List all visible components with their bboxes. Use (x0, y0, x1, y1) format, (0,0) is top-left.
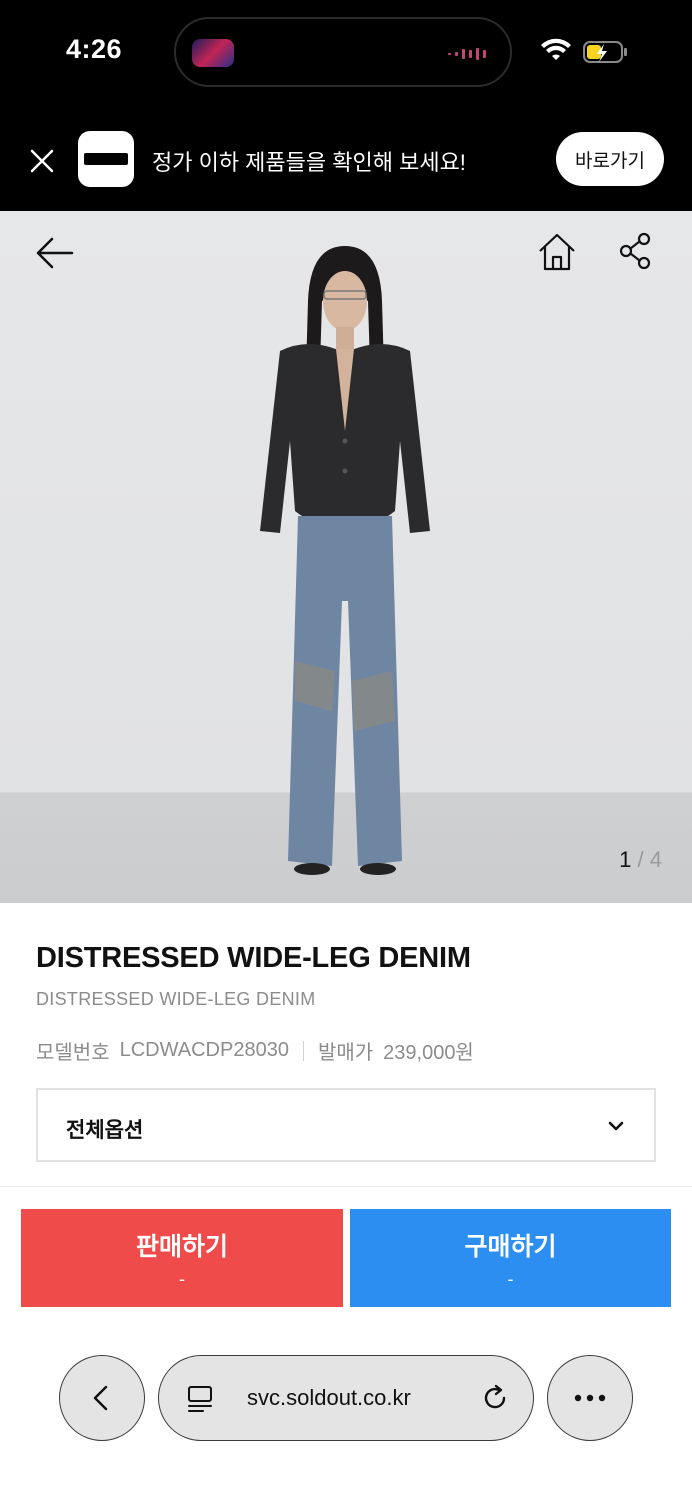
close-icon[interactable] (28, 147, 56, 175)
buy-button[interactable]: 구매하기 - (350, 1209, 671, 1307)
release-price-label: 발매가 (317, 1042, 374, 1064)
more-icon (574, 1394, 606, 1402)
product-image[interactable]: 1 / 4 (0, 211, 692, 903)
now-playing-thumbnail (192, 39, 234, 67)
more-button[interactable] (547, 1355, 633, 1441)
tabs-icon[interactable] (185, 1384, 215, 1414)
buy-button-label: 구매하기 (464, 1233, 557, 1261)
chevron-down-icon (608, 1121, 624, 1131)
option-select-label: 전체옵션 (66, 1119, 144, 1142)
promo-banner: 정가 이하 제품들을 확인해 보세요! 바로가기 (0, 105, 692, 211)
sell-button[interactable]: 판매하기 - (21, 1209, 343, 1307)
buy-button-price: - (507, 1269, 514, 1289)
image-counter-separator: / (637, 847, 644, 872)
image-counter-total: 4 (649, 847, 662, 872)
go-button[interactable]: 바로가기 (556, 132, 664, 186)
status-bar: 4:26 (0, 0, 692, 105)
wifi-icon (541, 38, 571, 60)
reload-icon[interactable] (479, 1382, 511, 1414)
share-icon[interactable] (614, 229, 658, 273)
sell-button-price: - (179, 1269, 185, 1289)
status-icons (541, 38, 627, 63)
dynamic-island[interactable] (174, 17, 512, 87)
model-number-label: 모델번호 (36, 1042, 110, 1064)
product-subtitle: DISTRESSED WIDE-LEG DENIM (36, 989, 316, 1009)
home-icon[interactable] (535, 229, 579, 273)
status-time: 4:26 (66, 34, 123, 64)
release-price-value: 239,000원 (383, 1042, 474, 1064)
model-number-value: LCDWACDP28030 (119, 1039, 289, 1061)
model-photo (260, 246, 430, 875)
product-meta: 모델번호 LCDWACDP28030 발매가 239,000원 (36, 1036, 474, 1065)
sell-button-label: 판매하기 (135, 1233, 228, 1261)
audio-wave-icon (448, 48, 486, 60)
image-counter-current: 1 (619, 847, 632, 872)
url-text: svc.soldout.co.kr (247, 1385, 411, 1410)
product-title: DISTRESSED WIDE-LEG DENIM (36, 942, 471, 974)
browser-toolbar: svc.soldout.co.kr (0, 1330, 692, 1500)
chevron-left-icon (93, 1385, 108, 1411)
banner-text: 정가 이하 제품들을 확인해 보세요! (152, 150, 466, 175)
back-arrow-icon[interactable] (32, 231, 76, 275)
app-logo (78, 131, 134, 187)
address-bar[interactable]: svc.soldout.co.kr (158, 1355, 534, 1441)
battery-icon (583, 41, 627, 63)
browser-back-button[interactable] (59, 1355, 145, 1441)
option-select[interactable]: 전체옵션 (36, 1088, 656, 1162)
meta-divider (302, 1040, 304, 1061)
image-counter: 1 / 4 (619, 847, 662, 873)
